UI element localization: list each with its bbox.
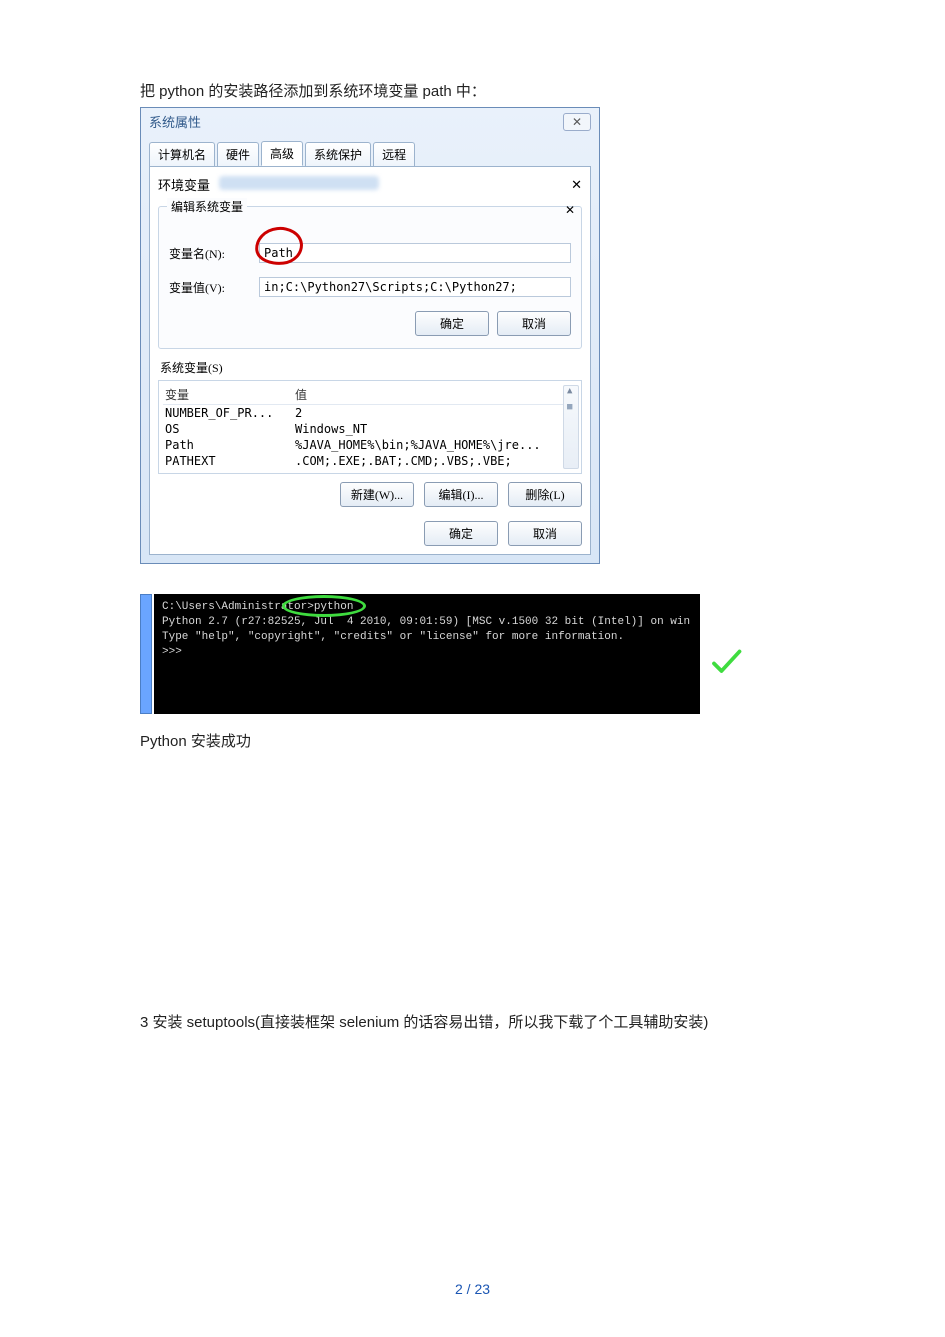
page-number: 2 / 23 bbox=[0, 1281, 945, 1297]
close-icon[interactable]: ✕ bbox=[563, 113, 591, 131]
ok-button[interactable]: 确定 bbox=[415, 311, 489, 336]
tab-remote[interactable]: 远程 bbox=[373, 142, 415, 166]
var-value: .COM;.EXE;.BAT;.CMD;.VBS;.VBE; bbox=[295, 454, 577, 468]
checkmark-icon bbox=[656, 632, 690, 662]
column-header-value: 值 bbox=[295, 386, 307, 403]
cancel-button[interactable]: 取消 bbox=[508, 521, 582, 546]
new-button[interactable]: 新建(W)... bbox=[340, 482, 414, 507]
system-properties-window: 系统属性 ✕ 计算机名 硬件 高级 系统保护 远程 环境变量 ✕ 编辑系统变量 … bbox=[140, 107, 600, 564]
var-value: 2 bbox=[295, 406, 577, 420]
var-name: PATHEXT bbox=[165, 454, 295, 468]
window-title: 系统属性 bbox=[149, 112, 201, 131]
cmd-line-1: C:\Users\Administrator>python bbox=[162, 601, 353, 613]
tab-system-protection[interactable]: 系统保护 bbox=[305, 142, 371, 166]
tab-hardware[interactable]: 硬件 bbox=[217, 142, 259, 166]
tab-computer-name[interactable]: 计算机名 bbox=[149, 142, 215, 166]
cmd-prompt: >>> bbox=[162, 646, 182, 658]
variable-name-input[interactable] bbox=[259, 243, 571, 263]
var-name: NUMBER_OF_PR... bbox=[165, 406, 295, 420]
scrollbar[interactable] bbox=[563, 385, 579, 469]
python-success-text: Python 安装成功 bbox=[140, 730, 805, 751]
env-vars-label: 环境变量 bbox=[158, 178, 210, 193]
step-3-text: 3 安装 setuptools(直接装框架 selenium 的话容易出错，所以… bbox=[140, 1011, 805, 1032]
system-variables-label: 系统变量(S) bbox=[160, 359, 582, 376]
system-variables-list[interactable]: 变量 值 NUMBER_OF_PR... 2 OS Windows_NT Pat… bbox=[158, 380, 582, 474]
edit-system-variable-dialog: 编辑系统变量 ✕ 变量名(N): 变量值(V): 确定 取消 bbox=[158, 206, 582, 349]
cancel-button[interactable]: 取消 bbox=[497, 311, 571, 336]
cmd-terminal: C:\Users\Administrator>python Python 2.7… bbox=[154, 594, 700, 714]
cmd-window-border bbox=[140, 594, 152, 714]
tab-strip: 计算机名 硬件 高级 系统保护 远程 bbox=[141, 141, 599, 166]
cmd-screenshot: C:\Users\Administrator>python Python 2.7… bbox=[140, 594, 700, 714]
delete-button[interactable]: 删除(L) bbox=[508, 482, 582, 507]
var-value: %JAVA_HOME%\bin;%JAVA_HOME%\jre... bbox=[295, 438, 577, 452]
variable-value-label: 变量值(V): bbox=[169, 279, 259, 296]
list-item[interactable]: NUMBER_OF_PR... 2 bbox=[163, 405, 579, 421]
tab-advanced[interactable]: 高级 bbox=[261, 141, 303, 166]
ok-button[interactable]: 确定 bbox=[424, 521, 498, 546]
list-item[interactable]: OS Windows_NT bbox=[163, 421, 579, 437]
variable-value-input[interactable] bbox=[259, 277, 571, 297]
var-name: Path bbox=[165, 438, 295, 452]
edit-button[interactable]: 编辑(I)... bbox=[424, 482, 498, 507]
intro-text: 把 python 的安装路径添加到系统环境变量 path 中： bbox=[140, 80, 805, 101]
column-header-variable: 变量 bbox=[165, 386, 295, 403]
advanced-panel: 环境变量 ✕ 编辑系统变量 ✕ 变量名(N): 变量值(V): bbox=[149, 166, 591, 555]
dialog-title: 编辑系统变量 bbox=[167, 198, 247, 215]
list-item[interactable]: Path %JAVA_HOME%\bin;%JAVA_HOME%\jre... bbox=[163, 437, 579, 453]
cmd-line-3: Type "help", "copyright", "credits" or "… bbox=[162, 631, 624, 643]
var-value: Windows_NT bbox=[295, 422, 577, 436]
cmd-line-2: Python 2.7 (r27:82525, Jul 4 2010, 09:01… bbox=[162, 616, 690, 628]
list-item[interactable]: PATHEXT .COM;.EXE;.BAT;.CMD;.VBS;.VBE; bbox=[163, 453, 579, 469]
variable-name-label: 变量名(N): bbox=[169, 245, 259, 262]
close-icon[interactable]: ✕ bbox=[571, 177, 582, 193]
var-name: OS bbox=[165, 422, 295, 436]
titlebar: 系统属性 ✕ bbox=[141, 108, 599, 135]
close-icon[interactable]: ✕ bbox=[565, 203, 575, 218]
blurred-region bbox=[219, 176, 379, 190]
